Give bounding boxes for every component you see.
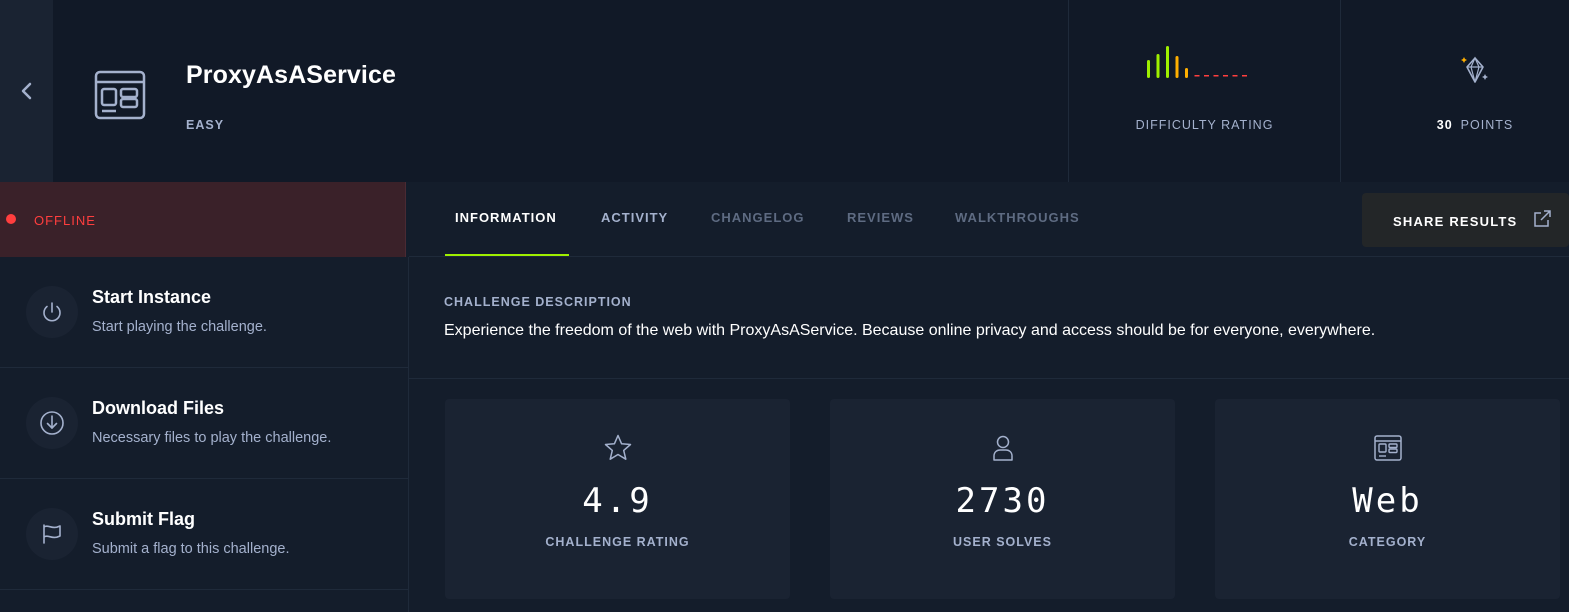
external-link-icon <box>1534 210 1551 227</box>
action-title: Start Instance <box>92 287 212 307</box>
difficulty-bar-empty <box>1204 75 1209 77</box>
web-icon <box>1374 435 1402 461</box>
share-results-label: SHARE RESULTS <box>1393 214 1518 229</box>
points-label: 30 POINTS <box>1341 118 1569 132</box>
active-tab-indicator <box>445 254 569 256</box>
difficulty-bar-empty <box>1242 75 1247 77</box>
download-files-action[interactable]: Download Files Necessary files to play t… <box>0 368 409 479</box>
difficulty-bar-empty <box>1232 75 1238 77</box>
difficulty-bar-filled <box>1185 68 1188 78</box>
challenge-header: ProxyAsAService EASY DIFFICULTY RATING 3… <box>0 0 1569 182</box>
description-heading: CHALLENGE DESCRIPTION <box>444 295 632 309</box>
share-results-button[interactable]: SHARE RESULTS <box>1362 193 1569 247</box>
stat-card-solves: 2730 USER SOLVES <box>830 399 1175 599</box>
difficulty-bar-filled <box>1147 60 1150 78</box>
power-icon <box>43 302 61 322</box>
description-text: Experience the freedom of the web with P… <box>444 322 1376 339</box>
points-unit: POINTS <box>1460 118 1514 132</box>
gem-icon <box>1461 56 1488 83</box>
stat-value: 2730 <box>955 481 1050 521</box>
start-instance-action[interactable]: Start Instance Start playing the challen… <box>0 257 409 368</box>
stat-card-rating: 4.9 CHALLENGE RATING <box>445 399 790 599</box>
tab-information[interactable]: INFORMATION <box>455 210 557 225</box>
flag-icon <box>43 524 61 544</box>
challenge-title: ProxyAsAService <box>186 61 396 89</box>
tab-activity[interactable]: ACTIVITY <box>601 210 668 225</box>
stat-label: CATEGORY <box>1348 535 1427 549</box>
stat-value: 4.9 <box>582 481 653 521</box>
difficulty-bar-empty <box>1223 75 1228 77</box>
stat-label: CHALLENGE RATING <box>545 535 690 549</box>
action-description: Necessary files to play the challenge. <box>92 430 332 446</box>
difficulty-rating-label: DIFFICULTY RATING <box>1135 118 1274 132</box>
stat-label: USER SOLVES <box>953 535 1052 549</box>
stat-value: Web <box>1352 481 1423 521</box>
tab-bar: INFORMATION ACTIVITY CHANGELOG REVIEWS W… <box>409 182 1569 257</box>
difficulty-bars <box>1147 46 1247 78</box>
tab-reviews[interactable]: REVIEWS <box>847 210 914 225</box>
submit-flag-action[interactable]: Submit Flag Submit a flag to this challe… <box>0 479 409 590</box>
difficulty-bar-empty <box>1213 75 1219 77</box>
download-files-icon-circle <box>26 397 78 449</box>
difficulty-bar-filled <box>1166 46 1169 78</box>
back-button[interactable] <box>0 0 53 182</box>
instance-status-bar: OFFLINE <box>0 182 406 257</box>
web-challenge-icon <box>94 70 146 120</box>
download-icon <box>40 411 64 435</box>
chevron-left-icon <box>21 82 31 100</box>
points-value: 30 <box>1436 118 1453 132</box>
start-instance-icon-circle <box>26 286 78 338</box>
stat-card-category: Web CATEGORY <box>1215 399 1560 599</box>
action-description: Start playing the challenge. <box>92 319 267 335</box>
user-icon <box>993 435 1013 461</box>
actions-sidebar: Start Instance Start playing the challen… <box>0 257 409 612</box>
action-description: Submit a flag to this challenge. <box>92 541 290 557</box>
tab-walkthroughs[interactable]: WALKTHROUGHS <box>955 210 1080 225</box>
difficulty-bar-filled <box>1156 54 1160 78</box>
tab-changelog[interactable]: CHANGELOG <box>711 210 805 225</box>
difficulty-bar-filled <box>1175 56 1179 78</box>
section-divider <box>409 378 1569 379</box>
status-dot <box>6 214 16 224</box>
submit-flag-icon-circle <box>26 508 78 560</box>
action-title: Download Files <box>92 398 225 418</box>
difficulty-rating-block: DIFFICULTY RATING <box>1069 0 1340 182</box>
status-text: OFFLINE <box>34 213 96 228</box>
star-icon <box>604 434 632 460</box>
points-block: 30 POINTS <box>1341 0 1569 182</box>
difficulty-bar-empty <box>1194 75 1200 77</box>
action-title: Submit Flag <box>92 509 195 529</box>
difficulty-level: EASY <box>186 118 225 132</box>
